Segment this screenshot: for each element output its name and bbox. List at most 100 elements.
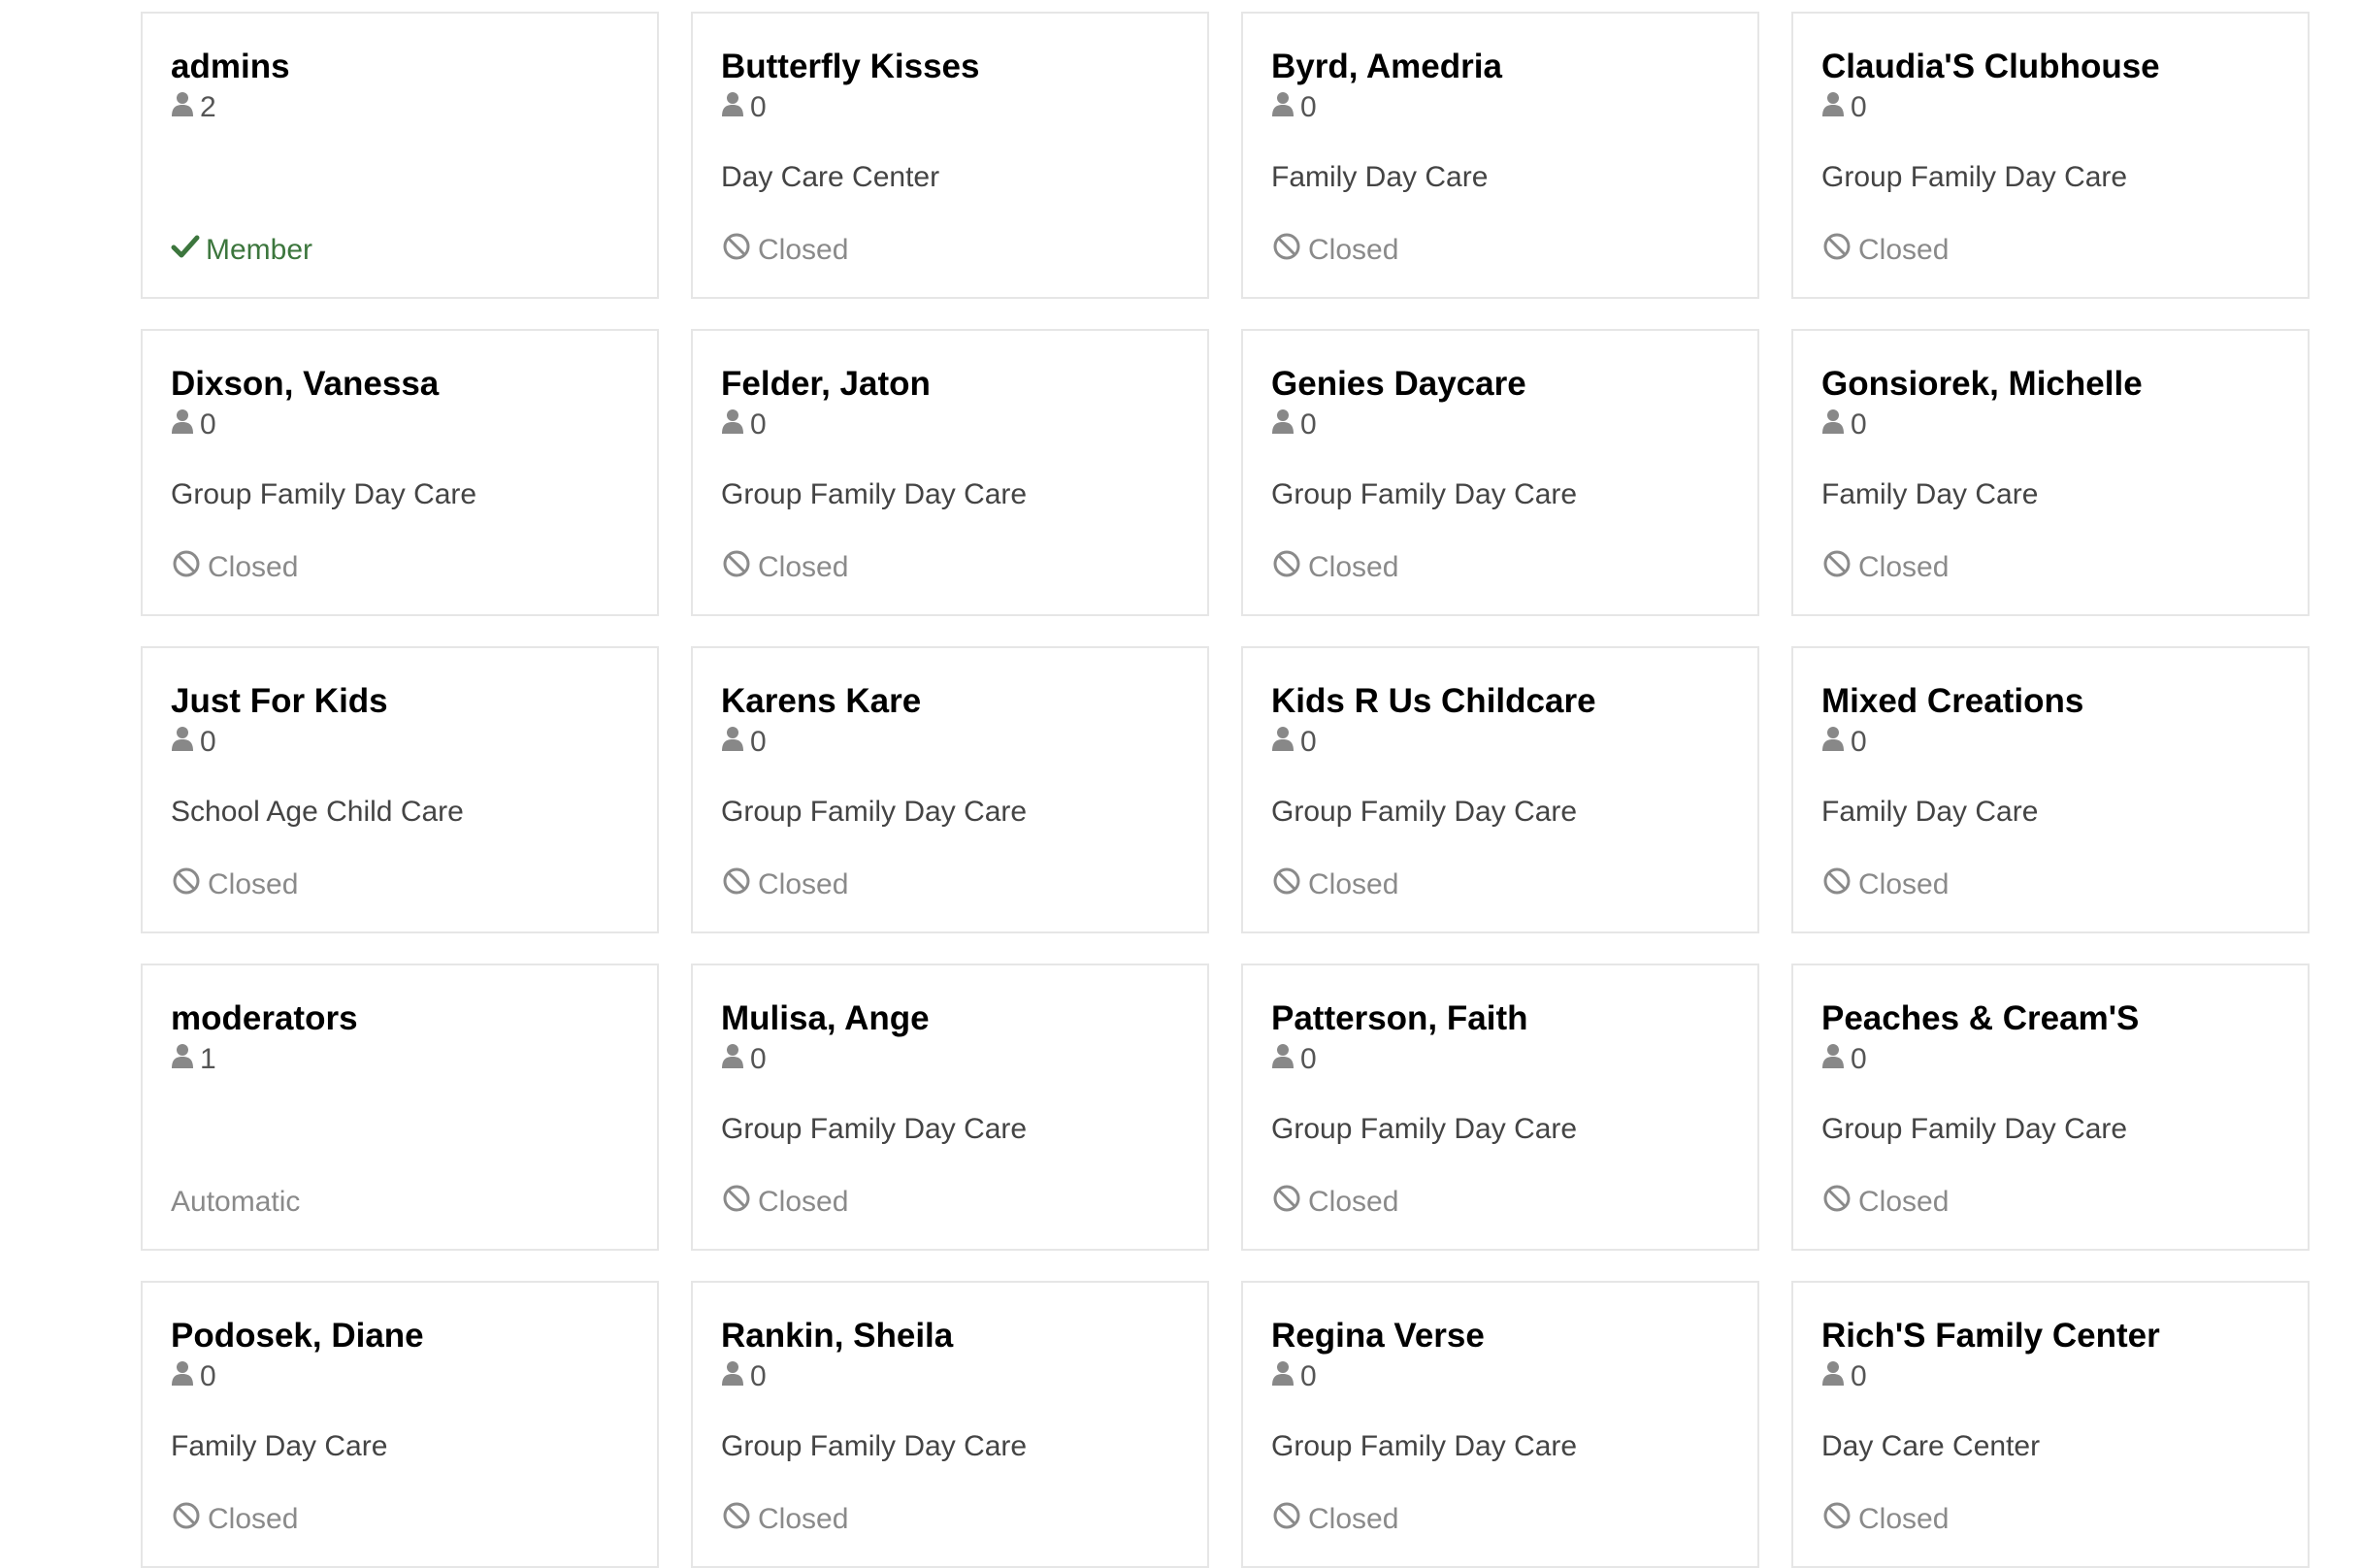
member-count-value: 0 bbox=[750, 408, 767, 441]
group-category: Group Family Day Care bbox=[1271, 478, 1578, 510]
ban-icon bbox=[721, 231, 758, 270]
group-status: Automatic bbox=[171, 1183, 300, 1222]
user-icon bbox=[171, 90, 200, 125]
group-status: Closed bbox=[721, 231, 848, 270]
group-name[interactable]: moderators bbox=[171, 998, 358, 1039]
status-label: Closed bbox=[1858, 1186, 1950, 1218]
ban-icon bbox=[171, 866, 208, 904]
status-label: Closed bbox=[1308, 868, 1399, 900]
group-card[interactable]: Podosek, Diane 0 Family Day Care Closed bbox=[141, 1281, 659, 1568]
status-label: Closed bbox=[1308, 1503, 1399, 1535]
user-icon bbox=[1821, 1042, 1851, 1077]
member-count: 1 bbox=[171, 1043, 216, 1076]
status-label: Member bbox=[206, 234, 313, 266]
user-icon bbox=[721, 90, 750, 125]
group-status: Closed bbox=[721, 1183, 848, 1222]
ban-icon bbox=[171, 548, 208, 587]
member-count: 0 bbox=[1821, 1360, 1867, 1393]
group-card[interactable]: Patterson, Faith 0 Group Family Day Care Cl… bbox=[1241, 964, 1759, 1251]
group-name[interactable]: Claudia'S Clubhouse bbox=[1821, 47, 2160, 87]
group-name[interactable]: Felder, Jaton bbox=[721, 364, 931, 405]
group-status: Closed bbox=[1821, 548, 1949, 587]
member-count: 0 bbox=[171, 726, 216, 759]
group-status: Closed bbox=[171, 548, 298, 587]
group-category: Group Family Day Care bbox=[1821, 161, 2128, 193]
group-status: Closed bbox=[1271, 231, 1398, 270]
ban-icon bbox=[1271, 1500, 1308, 1539]
group-card[interactable]: Mulisa, Ange 0 Group Family Day Care Closed bbox=[691, 964, 1209, 1251]
ban-icon bbox=[721, 548, 758, 587]
status-label: Closed bbox=[208, 1503, 299, 1535]
group-card[interactable]: Butterfly Kisses 0 Day Care Center Closed bbox=[691, 12, 1209, 299]
group-status: Closed bbox=[1821, 866, 1949, 904]
user-icon bbox=[721, 1042, 750, 1077]
group-name[interactable]: Rankin, Sheila bbox=[721, 1316, 953, 1356]
group-card[interactable]: Mixed Creations 0 Family Day Care Closed bbox=[1791, 646, 2310, 933]
group-card[interactable]: Peaches & Cream'S 0 Group Family Day Care C… bbox=[1791, 964, 2310, 1251]
group-card[interactable]: Just For Kids 0 School Age Child Care Close… bbox=[141, 646, 659, 933]
group-name[interactable]: Rich'S Family Center bbox=[1821, 1316, 2160, 1356]
member-count-value: 0 bbox=[1300, 91, 1317, 123]
status-label: Closed bbox=[1858, 234, 1950, 266]
group-status: Closed bbox=[1271, 1183, 1398, 1222]
group-name[interactable]: Genies Daycare bbox=[1271, 364, 1526, 405]
group-category: Group Family Day Care bbox=[721, 796, 1028, 828]
member-count: 0 bbox=[1821, 91, 1867, 124]
member-count: 0 bbox=[1271, 91, 1317, 124]
group-status: Closed bbox=[1821, 1183, 1949, 1222]
member-count-value: 0 bbox=[1851, 726, 1867, 758]
group-name[interactable]: Dixson, Vanessa bbox=[171, 364, 439, 405]
group-card[interactable]: Genies Daycare 0 Group Family Day Care Clos… bbox=[1241, 329, 1759, 616]
user-icon bbox=[1821, 408, 1851, 442]
group-status: Closed bbox=[1271, 1500, 1398, 1539]
group-status: Closed bbox=[1821, 1500, 1949, 1539]
ban-icon bbox=[721, 1500, 758, 1539]
group-card[interactable]: Rankin, Sheila 0 Group Family Day Care Clos… bbox=[691, 1281, 1209, 1568]
group-card[interactable]: Byrd, Amedria 0 Family Day Care Closed bbox=[1241, 12, 1759, 299]
member-count: 0 bbox=[721, 408, 767, 441]
group-card[interactable]: Dixson, Vanessa 0 Group Family Day Care Clo… bbox=[141, 329, 659, 616]
group-card[interactable]: Rich'S Family Center 0 Day Care Center Clos… bbox=[1791, 1281, 2310, 1568]
member-count-value: 0 bbox=[1300, 408, 1317, 441]
group-name[interactable]: Mulisa, Ange bbox=[721, 998, 930, 1039]
group-card[interactable]: Regina Verse 0 Group Family Day Care Closed bbox=[1241, 1281, 1759, 1568]
user-icon bbox=[721, 725, 750, 760]
group-category: Day Care Center bbox=[721, 161, 940, 193]
group-name[interactable]: Patterson, Faith bbox=[1271, 998, 1527, 1039]
group-card[interactable]: Felder, Jaton 0 Group Family Day Care Close… bbox=[691, 329, 1209, 616]
group-name[interactable]: admins bbox=[171, 47, 290, 87]
group-name[interactable]: Regina Verse bbox=[1271, 1316, 1485, 1356]
group-card[interactable]: Karens Kare 0 Group Family Day Care Closed bbox=[691, 646, 1209, 933]
status-label: Closed bbox=[208, 868, 299, 900]
ban-icon bbox=[1271, 1183, 1308, 1222]
status-label: Closed bbox=[758, 234, 849, 266]
group-card[interactable]: Claudia'S Clubhouse 0 Group Family Day Car… bbox=[1791, 12, 2310, 299]
group-name[interactable]: Byrd, Amedria bbox=[1271, 47, 1502, 87]
group-category: Family Day Care bbox=[1821, 478, 2039, 510]
ban-icon bbox=[721, 1183, 758, 1222]
group-card[interactable]: Kids R Us Childcare 0 Group Family Day Car… bbox=[1241, 646, 1759, 933]
member-count: 2 bbox=[171, 91, 216, 124]
user-icon bbox=[1271, 1359, 1300, 1394]
group-status: Closed bbox=[1271, 548, 1398, 587]
group-card[interactable]: admins 2 Member bbox=[141, 12, 659, 299]
group-name[interactable]: Karens Kare bbox=[721, 681, 921, 722]
group-card[interactable]: Gonsiorek, Michelle 0 Family Day Care Close… bbox=[1791, 329, 2310, 616]
group-category: Group Family Day Care bbox=[1271, 796, 1578, 828]
group-name[interactable]: Gonsiorek, Michelle bbox=[1821, 364, 2143, 405]
group-name[interactable]: Butterfly Kisses bbox=[721, 47, 979, 87]
group-card[interactable]: moderators 1 Automatic bbox=[141, 964, 659, 1251]
group-status: Member bbox=[171, 231, 312, 270]
status-label: Automatic bbox=[171, 1186, 301, 1218]
status-label: Closed bbox=[1858, 1503, 1950, 1535]
group-name[interactable]: Mixed Creations bbox=[1821, 681, 2083, 722]
group-category: Family Day Care bbox=[1271, 161, 1489, 193]
member-count-value: 2 bbox=[200, 91, 216, 123]
group-name[interactable]: Podosek, Diane bbox=[171, 1316, 424, 1356]
group-name[interactable]: Kids R Us Childcare bbox=[1271, 681, 1596, 722]
ban-icon bbox=[1821, 1183, 1858, 1222]
group-name[interactable]: Just For Kids bbox=[171, 681, 388, 722]
ban-icon bbox=[1271, 231, 1308, 270]
group-name[interactable]: Peaches & Cream'S bbox=[1821, 998, 2139, 1039]
group-category: Group Family Day Care bbox=[721, 1113, 1028, 1145]
